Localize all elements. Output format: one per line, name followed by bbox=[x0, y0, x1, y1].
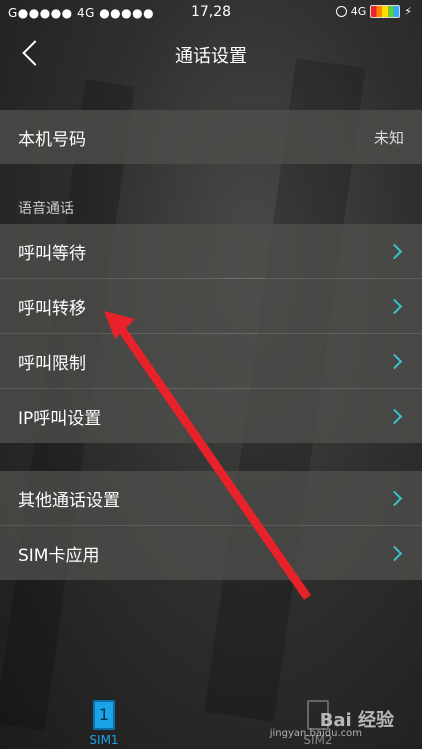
menu-item-label: 呼叫等待 bbox=[18, 243, 86, 264]
watermark-url: jingyan.baidu.com bbox=[269, 728, 362, 739]
menu-item-ip-call-settings[interactable]: IP呼叫设置 bbox=[0, 389, 422, 443]
sim1-number: 1 bbox=[98, 705, 110, 724]
menu-item-label: SIM卡应用 bbox=[18, 545, 100, 566]
phone-number-label: 本机号码 bbox=[18, 129, 86, 150]
charging-icon: ⚡ bbox=[404, 5, 412, 18]
menu-item-label: 呼叫转移 bbox=[18, 298, 86, 319]
menu-item-other-call-settings[interactable]: 其他通话设置 bbox=[0, 471, 422, 525]
menu-item-call-waiting[interactable]: 呼叫等待 bbox=[0, 224, 422, 278]
page-title: 通话设置 bbox=[175, 46, 247, 67]
battery-icon bbox=[370, 5, 401, 18]
phone-number-value: 未知 bbox=[373, 128, 404, 147]
sim1-tab[interactable]: 1 SIM1 bbox=[74, 700, 134, 747]
status-bar: G●●●●● 4G ●●●●● 17,28 4G ⚡ bbox=[0, 0, 422, 26]
menu-item-label: 呼叫限制 bbox=[18, 353, 86, 374]
alarm-icon bbox=[335, 6, 347, 17]
menu-item-label: IP呼叫设置 bbox=[18, 408, 102, 429]
menu-item-label: 其他通话设置 bbox=[18, 490, 120, 511]
network-type: 4G bbox=[350, 5, 367, 18]
menu-item-call-barring[interactable]: 呼叫限制 bbox=[0, 334, 422, 388]
menu-item-call-forwarding[interactable]: 呼叫转移 bbox=[0, 279, 422, 333]
chevron-right-icon bbox=[386, 545, 403, 561]
nav-header: 通话设置 bbox=[0, 26, 422, 82]
sim1-label: SIM1 bbox=[89, 733, 119, 747]
chevron-right-icon bbox=[386, 298, 403, 314]
chevron-right-icon bbox=[386, 243, 403, 259]
chevron-right-icon bbox=[386, 408, 403, 424]
sim-card-icon: 1 bbox=[93, 700, 115, 730]
status-icons: 4G ⚡ bbox=[335, 5, 412, 18]
menu-item-sim-apps[interactable]: SIM卡应用 bbox=[0, 526, 422, 580]
chevron-right-icon bbox=[386, 490, 403, 506]
chevron-right-icon bbox=[386, 353, 403, 369]
section-header-voice: 语音通话 bbox=[18, 201, 74, 217]
phone-number-row[interactable]: 本机号码 未知 bbox=[0, 110, 422, 164]
